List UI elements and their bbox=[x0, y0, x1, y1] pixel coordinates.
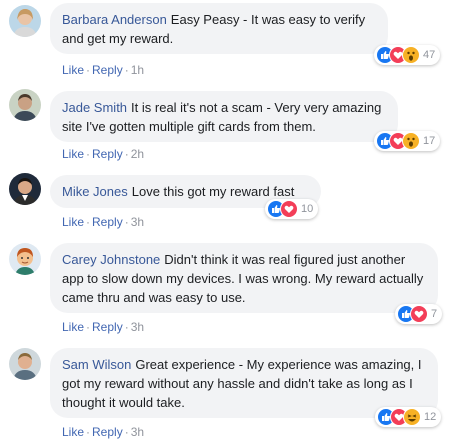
reactions-summary[interactable]: 7 bbox=[395, 304, 443, 324]
comment-actions: Like · Reply · 3h bbox=[62, 319, 144, 335]
avatar[interactable] bbox=[9, 5, 41, 37]
comment-text: Love this got my reward fast bbox=[131, 184, 295, 199]
like-link[interactable]: Like bbox=[62, 63, 84, 77]
comment-author[interactable]: Carey Johnstone bbox=[62, 252, 160, 267]
like-link[interactable]: Like bbox=[62, 320, 84, 334]
separator-dot: · bbox=[124, 425, 129, 439]
comment-bubble: Carey Johnstone Didn't think it was real … bbox=[50, 243, 438, 313]
avatar[interactable] bbox=[9, 243, 41, 275]
comment-author[interactable]: Mike Jones bbox=[62, 184, 128, 199]
reply-link[interactable]: Reply bbox=[92, 320, 123, 334]
love-icon bbox=[410, 305, 428, 323]
avatar[interactable] bbox=[9, 89, 41, 121]
reaction-count: 7 bbox=[431, 308, 438, 320]
reactions-summary[interactable]: 12 bbox=[375, 407, 442, 427]
reactions-summary[interactable]: 10 bbox=[265, 199, 319, 219]
like-link[interactable]: Like bbox=[62, 425, 84, 439]
comment-actions: Like · Reply · 2h bbox=[62, 146, 144, 162]
wow-icon bbox=[402, 132, 420, 150]
like-link[interactable]: Like bbox=[62, 147, 84, 161]
comment-author[interactable]: Jade Smith bbox=[62, 100, 127, 115]
separator-dot: · bbox=[86, 425, 91, 439]
separator-dot: · bbox=[86, 215, 91, 229]
reply-link[interactable]: Reply bbox=[92, 147, 123, 161]
reply-link[interactable]: Reply bbox=[92, 63, 123, 77]
comment-timestamp[interactable]: 3h bbox=[131, 215, 144, 229]
comment-actions: Like · Reply · 3h bbox=[62, 214, 144, 230]
love-icon bbox=[280, 200, 298, 218]
reaction-count: 47 bbox=[423, 49, 436, 61]
comment-timestamp[interactable]: 3h bbox=[131, 425, 144, 439]
comment-timestamp[interactable]: 3h bbox=[131, 320, 144, 334]
comment-timestamp[interactable]: 1h bbox=[131, 63, 144, 77]
comment-bubble: Barbara Anderson Easy Peasy - It was easy… bbox=[50, 3, 388, 54]
comment-actions: Like · Reply · 3h bbox=[62, 424, 144, 440]
comment-timestamp[interactable]: 2h bbox=[131, 147, 144, 161]
reply-link[interactable]: Reply bbox=[92, 425, 123, 439]
haha-icon bbox=[403, 408, 421, 426]
separator-dot: · bbox=[124, 63, 129, 77]
reply-link[interactable]: Reply bbox=[92, 215, 123, 229]
reaction-count: 10 bbox=[301, 203, 314, 215]
reactions-summary[interactable]: 17 bbox=[374, 131, 441, 151]
separator-dot: · bbox=[124, 320, 129, 334]
separator-dot: · bbox=[86, 320, 91, 334]
separator-dot: · bbox=[124, 215, 129, 229]
reaction-count: 17 bbox=[423, 135, 436, 147]
comment-author[interactable]: Sam Wilson bbox=[62, 357, 131, 372]
separator-dot: · bbox=[124, 147, 129, 161]
comment-author[interactable]: Barbara Anderson bbox=[62, 12, 167, 27]
like-link[interactable]: Like bbox=[62, 215, 84, 229]
reaction-count: 12 bbox=[424, 411, 437, 423]
comment-actions: Like · Reply · 1h bbox=[62, 62, 144, 78]
avatar[interactable] bbox=[9, 173, 41, 205]
comment-bubble: Jade Smith It is real it's not a scam - V… bbox=[50, 91, 398, 142]
separator-dot: · bbox=[86, 147, 91, 161]
avatar[interactable] bbox=[9, 348, 41, 380]
wow-icon bbox=[402, 46, 420, 64]
separator-dot: · bbox=[86, 63, 91, 77]
reactions-summary[interactable]: 47 bbox=[374, 45, 441, 65]
